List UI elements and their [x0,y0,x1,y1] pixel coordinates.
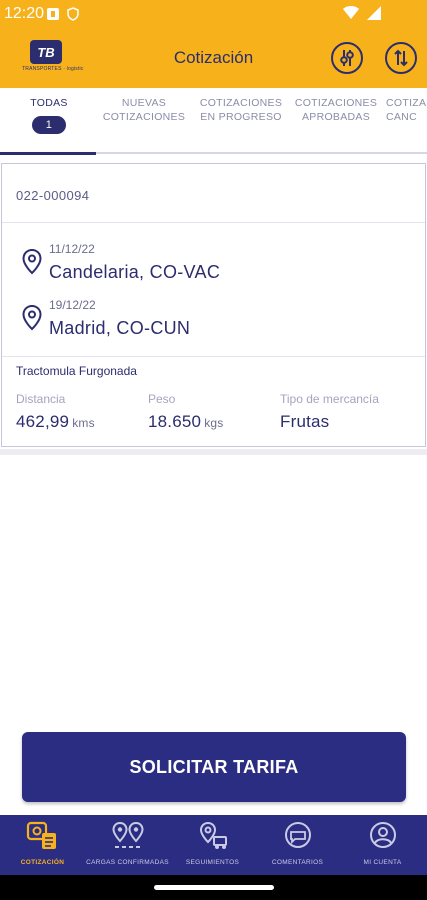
sim-icon [47,8,59,20]
nav-item-mi-cuenta[interactable]: MI CUENTA [340,815,425,875]
distance-value-group: 462,99 kms [16,412,95,432]
tab-cotizaciones-canceladas[interactable]: COTIZA CANC [386,96,427,124]
weight-label: Peso [148,392,176,406]
quote-id: 022-000094 [16,188,90,203]
destination-city: Madrid, CO-CUN [49,318,191,338]
bottom-navigation: COTIZACIÓN CARGAS CONFIRMADAS SEGUIMIENT… [0,815,427,875]
route-pins-icon [111,821,144,848]
divider [2,356,425,357]
weight-unit: kgs [204,416,224,430]
quote-status-tabs: TODAS 1 NUEVAS COTIZACIONES COTIZACIONES… [0,88,427,154]
sort-icon [394,49,408,67]
tab-count-badge: 1 [32,116,66,134]
card-bottom-shadow [0,449,427,455]
weight-value-group: 18.650 kgs [148,412,223,432]
tab-todas[interactable]: TODAS 1 [10,96,88,134]
divider [2,222,425,223]
tab-label: COTIZACIONES APROBADAS [294,97,378,123]
goods-type-value: Frutas [280,412,330,431]
request-rate-button[interactable]: SOLICITAR TARIFA [22,732,406,802]
status-bar: 12:20 [0,0,427,30]
location-pin-icon [22,305,42,331]
tab-cotizaciones-en-progreso[interactable]: COTIZACIONES EN PROGRESO [196,96,286,124]
filter-icon [340,50,354,66]
account-icon [369,822,396,848]
sort-button[interactable] [385,42,417,74]
nav-item-cotizacion[interactable]: COTIZACIÓN [0,815,85,875]
signal-icon [367,6,381,20]
nav-label: SEGUIMIENTOS [185,859,240,866]
tab-label: NUEVAS COTIZACIONES [102,97,186,123]
shield-icon [67,7,79,21]
goods-type-label: Tipo de mercancía [280,392,379,406]
nav-item-cargas-confirmadas[interactable]: CARGAS CONFIRMADAS [85,815,170,875]
nav-label: CARGAS CONFIRMADAS [86,859,169,866]
quote-icon [26,821,56,849]
system-gesture-bar [0,875,427,900]
filter-button[interactable] [331,42,363,74]
origin-date: 11/12/22 [49,242,95,256]
tab-label: COTIZA CANC [386,97,426,123]
weight-value: 18.650 [148,412,202,431]
nav-label: MI CUENTA [363,859,402,866]
tab-cotizaciones-aprobadas[interactable]: COTIZACIONES APROBADAS [290,96,382,124]
destination-date: 19/12/22 [49,298,96,312]
nav-item-seguimientos[interactable]: SEGUIMIENTOS [170,815,255,875]
distance-label: Distancia [16,392,66,406]
wifi-icon [343,6,359,19]
chat-icon [284,822,311,848]
tab-nuevas-cotizaciones[interactable]: NUEVAS COTIZACIONES [98,96,190,124]
nav-item-comentarios[interactable]: COMENTARIOS [255,815,340,875]
app-header: 12:20 TB TRANSPORTES · logistic Cotizaci… [0,0,427,88]
distance-value: 462,99 [16,412,70,431]
origin-city: Candelaria, CO-VAC [49,262,221,282]
home-gesture-handle[interactable] [154,885,274,890]
tab-label: COTIZACIONES EN PROGRESO [199,97,283,123]
vehicle-type: Tractomula Furgonada [16,364,137,378]
quote-card[interactable]: 022-000094 11/12/22 Candelaria, CO-VAC 1… [1,163,426,447]
tracking-icon [199,821,227,849]
nav-label: COTIZACIÓN [20,859,65,866]
status-time: 12:20 [4,5,45,22]
distance-unit: kms [72,416,95,430]
active-tab-indicator [0,152,96,155]
location-pin-icon [22,249,42,275]
nav-label: COMENTARIOS [271,859,324,866]
tab-label: TODAS [30,97,68,109]
